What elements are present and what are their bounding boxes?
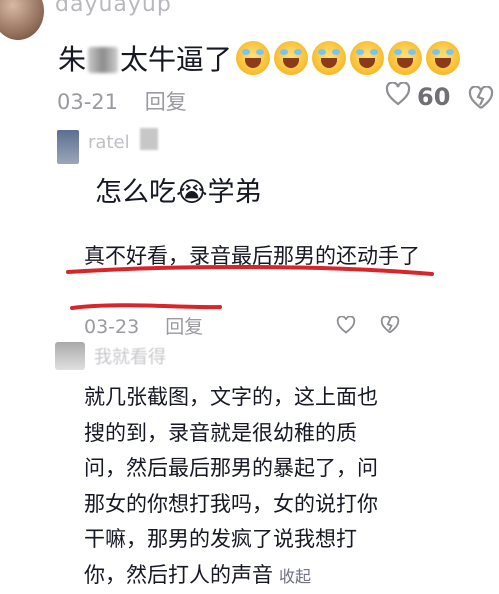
crying-laugh-emoji-icon [350,41,385,75]
crying-laugh-emoji-icon [236,41,271,75]
username[interactable]: 我就看得 [94,343,166,369]
comment-date: 03-23 [84,316,140,338]
username[interactable]: dayuayup [55,0,172,17]
comment-date: 03-21 [57,90,119,114]
redaction-blur [88,47,119,73]
crying-laugh-emoji-icon [274,41,309,75]
reply-button[interactable]: 回复 [145,90,187,114]
broken-heart-icon [380,315,400,338]
reply-button[interactable]: 回复 [165,316,203,338]
crying-laugh-emoji-icon [312,41,347,75]
collapse-button[interactable]: 收起 [279,567,311,586]
avatar[interactable] [0,0,44,40]
username[interactable]: ratel [88,132,130,153]
comment-text: 怎么吃😭学弟 [95,177,262,208]
heart-icon [385,81,411,112]
crying-laugh-emoji-icon [426,41,461,75]
comment-text: 就几张截图，文字的，这上面也搜的到，录音就是很幼稚的质问，然后最后那男的暴起了，… [84,385,378,587]
dislike-button[interactable] [468,85,494,114]
like-button[interactable] [336,315,356,338]
heart-icon [336,315,356,338]
avatar[interactable] [55,342,85,370]
like-count: 60 [417,83,451,111]
crying-laugh-emoji-icon [388,41,423,75]
comment-meta: 03-23 回复 [84,312,203,339]
comment-meta: 03-21 回复 [57,86,187,116]
dislike-button[interactable] [380,315,400,338]
like-button[interactable]: 60 [385,81,451,112]
comment-text: 朱太牛逼了 [58,38,461,78]
avatar[interactable] [57,130,79,164]
broken-heart-icon [468,85,494,114]
redaction-blur [140,128,158,150]
